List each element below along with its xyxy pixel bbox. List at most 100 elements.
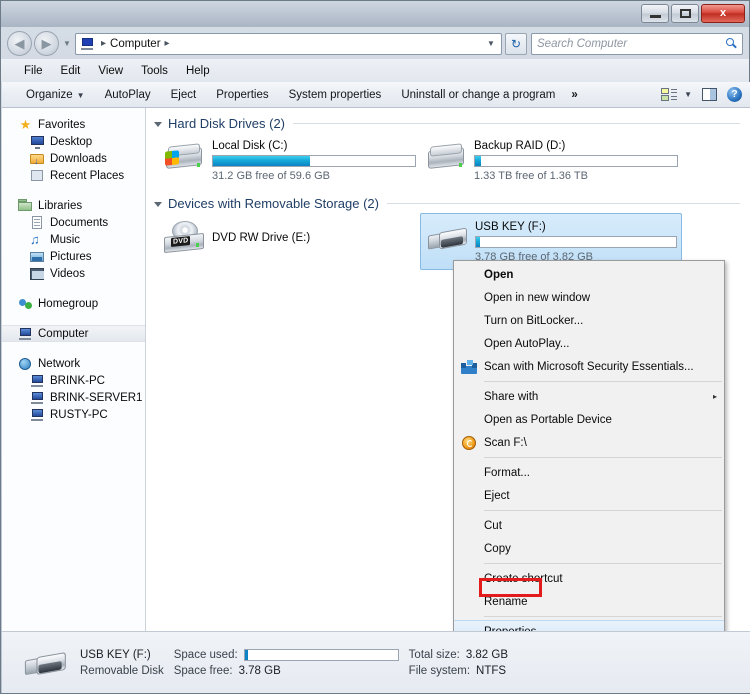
computer-icon	[80, 37, 94, 50]
help-icon[interactable]: ?	[727, 87, 742, 102]
toolbar-properties[interactable]: Properties	[206, 86, 278, 104]
status-space-free-value: 3.78 GB	[239, 665, 281, 677]
context-menu-item-open-as-portable-device[interactable]: Open as Portable Device	[454, 408, 724, 431]
breadcrumb-separator: ▸	[97, 38, 110, 49]
sidebar-item-downloads[interactable]: ↓ Downloads	[2, 150, 145, 167]
drive-tile-backup-raid-d[interactable]: Backup RAID (D:) 1.33 TB free of 1.36 TB	[420, 133, 682, 188]
menu-view[interactable]: View	[89, 63, 132, 79]
drive-name-f: USB KEY (F:)	[475, 221, 677, 233]
sidebar-item-rusty-pc[interactable]: RUSTY-PC	[2, 406, 145, 423]
sidebar-label-recent-places: Recent Places	[50, 170, 124, 182]
sidebar-label-computer: Computer	[38, 328, 89, 340]
change-view-icon[interactable]	[661, 88, 678, 102]
menu-tools[interactable]: Tools	[132, 63, 177, 79]
search-icon	[726, 38, 737, 49]
navigation-pane[interactable]: ★ Favorites Desktop ↓ Downloads Recent P…	[2, 108, 146, 631]
collapse-triangle-icon[interactable]	[154, 122, 162, 127]
context-menu-item-turn-on-bitlocker[interactable]: Turn on BitLocker...	[454, 309, 724, 332]
usb-drive-icon	[19, 642, 78, 684]
status-drive-type: Removable Disk	[80, 665, 164, 677]
sidebar-item-brink-pc[interactable]: BRINK-PC	[2, 372, 145, 389]
group-header-removable-storage[interactable]: Devices with Removable Storage (2)	[146, 188, 750, 213]
maximize-icon	[680, 9, 691, 18]
homegroup-icon	[18, 297, 33, 311]
drive-name-c: Local Disk (C:)	[212, 140, 416, 152]
sidebar-label-libraries: Libraries	[38, 200, 82, 212]
context-menu-item-copy[interactable]: Copy	[454, 537, 724, 560]
context-menu-item-scan-with-security-essentials[interactable]: Scan with Microsoft Security Essentials.…	[454, 355, 724, 378]
context-menu-item-open[interactable]: Open	[454, 263, 724, 286]
drive-tile-local-disk-c[interactable]: Local Disk (C:) 31.2 GB free of 59.6 GB	[158, 133, 420, 188]
toolbar-system-properties[interactable]: System properties	[279, 86, 392, 104]
context-menu-item-eject[interactable]: Eject	[454, 484, 724, 507]
menu-bar: File Edit View Tools Help	[1, 59, 749, 82]
context-menu-item-scan-f[interactable]: Scan F:\	[454, 431, 724, 454]
context-menu-item-cut[interactable]: Cut	[454, 514, 724, 537]
sidebar-item-desktop[interactable]: Desktop	[2, 133, 145, 150]
monitor-icon	[30, 135, 45, 149]
context-menu-item-rename[interactable]: Rename	[454, 590, 724, 613]
sidebar-label-videos: Videos	[50, 268, 85, 280]
status-space-used-group: Space used:	[174, 649, 399, 661]
sidebar-item-videos[interactable]: Videos	[2, 265, 145, 282]
sidebar-item-pictures[interactable]: Pictures	[2, 248, 145, 265]
refresh-button[interactable]: ↻	[505, 33, 527, 55]
preview-pane-icon[interactable]	[702, 88, 717, 101]
status-total-size-group: Total size: 3.82 GB	[409, 649, 508, 661]
window-controls: x	[641, 4, 745, 23]
sidebar-item-music[interactable]: ♫ Music	[2, 231, 145, 248]
context-menu-item-share-with[interactable]: Share with ▸	[454, 385, 724, 408]
computer-icon	[18, 327, 33, 341]
context-menu-separator	[484, 616, 722, 617]
view-chevron-down-icon[interactable]: ▼	[684, 90, 692, 99]
toolbar-eject[interactable]: Eject	[161, 86, 207, 104]
maximize-button[interactable]	[671, 4, 699, 23]
menu-file[interactable]: File	[15, 63, 52, 79]
collapse-triangle-icon[interactable]	[154, 202, 162, 207]
context-menu[interactable]: Open Open in new window Turn on BitLocke…	[453, 260, 725, 646]
sidebar-spacer	[2, 312, 145, 325]
context-menu-label-scan-f: Scan F:\	[484, 437, 724, 449]
search-box[interactable]: Search Computer	[531, 33, 743, 55]
sidebar-item-documents[interactable]: Documents	[2, 214, 145, 231]
context-menu-item-open-autoplay[interactable]: Open AutoPlay...	[454, 332, 724, 355]
toolbar-uninstall-or-change-a-program[interactable]: Uninstall or change a program	[391, 86, 565, 104]
context-menu-separator	[484, 563, 722, 564]
menu-edit[interactable]: Edit	[52, 63, 90, 79]
music-icon: ♫	[30, 233, 45, 247]
context-menu-item-open-in-new-window[interactable]: Open in new window	[454, 286, 724, 309]
sidebar-item-brink-server1[interactable]: BRINK-SERVER1	[2, 389, 145, 406]
context-menu-label-scan-with-security-essentials: Scan with Microsoft Security Essentials.…	[484, 361, 724, 373]
toolbar-autoplay[interactable]: AutoPlay	[95, 86, 161, 104]
forward-button[interactable]: ▶	[34, 31, 59, 56]
context-menu-item-format[interactable]: Format...	[454, 461, 724, 484]
drive-info-c: 31.2 GB free of 59.6 GB	[212, 170, 416, 182]
sidebar-label-downloads: Downloads	[50, 153, 107, 165]
history-dropdown-button[interactable]: ▼	[61, 39, 73, 48]
address-bar[interactable]: ▸ Computer ▸ ▼	[75, 33, 502, 55]
sidebar-item-favorites[interactable]: ★ Favorites	[2, 116, 145, 133]
status-file-system-group: File system: NTFS	[409, 665, 508, 677]
sidebar-item-network[interactable]: Network	[2, 355, 145, 372]
address-dropdown-button[interactable]: ▼	[483, 39, 499, 48]
group-header-hard-disk-drives[interactable]: Hard Disk Drives (2)	[146, 108, 750, 133]
drive-tile-dvd-rw-e[interactable]: DVD DVD RW Drive (E:)	[158, 213, 420, 270]
capacity-bar-f	[475, 236, 677, 248]
details-grid: USB KEY (F:) Space used: Total size: 3.8…	[80, 649, 508, 677]
minimize-button[interactable]	[641, 4, 669, 23]
scan-icon	[462, 436, 476, 450]
sidebar-item-homegroup[interactable]: Homegroup	[2, 295, 145, 312]
sidebar-item-libraries[interactable]: Libraries	[2, 197, 145, 214]
toolbar-overflow-button[interactable]: »	[565, 86, 583, 104]
breadcrumb-separator-end[interactable]: ▸	[161, 38, 174, 49]
context-menu-label-rename: Rename	[484, 596, 724, 608]
search-input[interactable]: Search Computer	[537, 38, 726, 50]
menu-help[interactable]: Help	[177, 63, 219, 79]
close-button[interactable]: x	[701, 4, 745, 23]
back-button[interactable]: ◀	[7, 31, 32, 56]
sidebar-item-computer[interactable]: Computer	[2, 325, 145, 342]
breadcrumb-computer[interactable]: Computer	[110, 38, 161, 50]
sidebar-item-recent-places[interactable]: Recent Places	[2, 167, 145, 184]
toolbar-organize[interactable]: Organize▼	[16, 86, 95, 104]
context-menu-item-create-shortcut[interactable]: Create shortcut	[454, 567, 724, 590]
